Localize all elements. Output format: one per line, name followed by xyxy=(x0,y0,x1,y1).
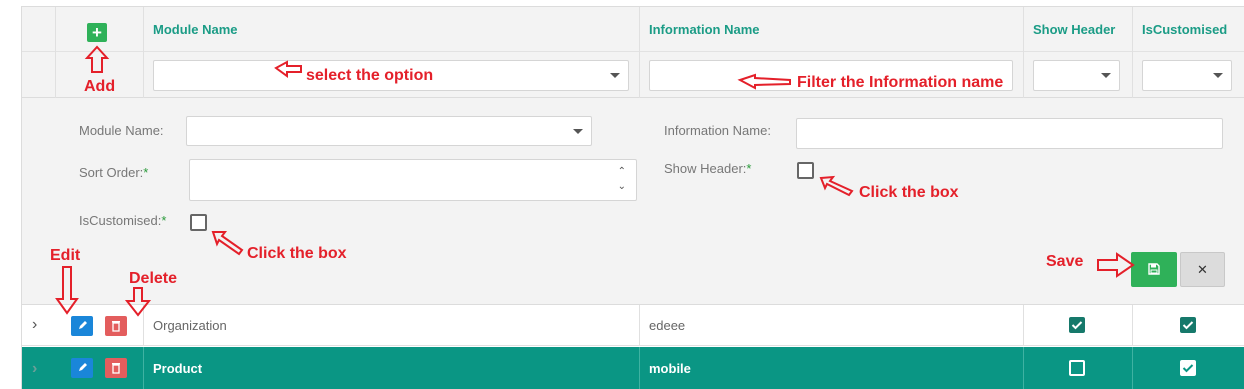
left-arrow-icon xyxy=(274,60,302,78)
down-arrow-icon xyxy=(55,266,79,315)
diagonal-arrow-icon xyxy=(819,175,854,197)
diagonal-arrow-icon xyxy=(211,231,244,256)
left-arrow-icon xyxy=(737,73,791,90)
annotation-save: Save xyxy=(1046,253,1084,270)
annotation-click-box-show-header: Click the box xyxy=(859,184,959,201)
up-arrow-icon xyxy=(84,45,110,73)
annotation-arrows xyxy=(55,45,1135,317)
annotation-add: Add xyxy=(84,78,116,95)
annotation-delete: Delete xyxy=(129,270,178,287)
annotation-edit: Edit xyxy=(50,247,81,264)
annotation-click-box-is-customised: Click the box xyxy=(247,245,347,262)
annotation-filter-info: Filter the Information name xyxy=(797,74,1004,91)
annotation-select-option: select the option xyxy=(306,67,434,84)
right-arrow-icon xyxy=(1097,252,1135,278)
down-arrow-icon xyxy=(124,287,152,317)
